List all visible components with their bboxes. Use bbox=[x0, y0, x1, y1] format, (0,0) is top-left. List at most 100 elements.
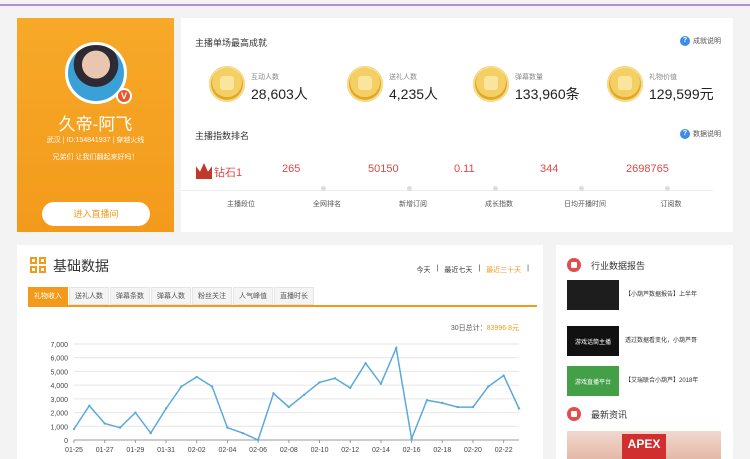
data-point bbox=[302, 393, 306, 396]
tab-peak-popularity[interactable]: 人气峰值 bbox=[233, 287, 273, 305]
x-tick-label: 01-31 bbox=[157, 447, 175, 454]
enter-live-room-button[interactable]: 进入直播间 bbox=[42, 202, 150, 226]
y-tick-label: 1,000 bbox=[50, 424, 68, 431]
y-tick-label: 2,000 bbox=[50, 411, 68, 418]
reports-header: 行业数据报告 bbox=[567, 258, 645, 272]
x-tick-label: 02-02 bbox=[188, 447, 206, 454]
stat-value: 4,235人 bbox=[389, 86, 439, 102]
x-tick-label: 02-06 bbox=[249, 447, 267, 454]
stat-label: 互动人数 bbox=[251, 74, 279, 81]
data-point bbox=[517, 407, 521, 410]
report-item[interactable]: 【小葫芦数据报告】上半年 bbox=[567, 280, 727, 310]
data-point bbox=[379, 382, 383, 385]
rankings-divider bbox=[181, 190, 713, 191]
stat-value: 133,960条 bbox=[515, 86, 580, 102]
data-point bbox=[72, 427, 76, 431]
y-tick-label: 5,000 bbox=[50, 369, 68, 376]
streamer-message: 兄弟们 让我们翻起来好吗！ bbox=[52, 154, 139, 161]
stat-label: 送礼人数 bbox=[389, 74, 417, 81]
report-title: 透过数据看变化，小葫芦哥 bbox=[625, 338, 698, 344]
data-point bbox=[318, 381, 321, 384]
x-tick-label: 02-20 bbox=[464, 447, 482, 454]
reports-title: 行业数据报告 bbox=[591, 260, 646, 271]
data-point bbox=[241, 431, 244, 435]
rank-dot bbox=[321, 186, 326, 191]
report-title: 【艾瑞联合小葫芦】2018年 bbox=[625, 378, 699, 384]
report-item[interactable]: 游戏话筒主播 透过数据看变化，小葫芦哥 bbox=[567, 326, 727, 356]
data-point bbox=[103, 422, 106, 425]
tab-gifters[interactable]: 送礼人数 bbox=[69, 287, 109, 305]
medal-icon bbox=[607, 66, 643, 102]
rankings-help-link[interactable]: ? 数据说明 bbox=[680, 129, 721, 139]
news-icon bbox=[567, 407, 581, 421]
stat-label: 弹幕数量 bbox=[515, 74, 543, 81]
range-today[interactable]: 今天 bbox=[417, 265, 431, 275]
tab-followers[interactable]: 粉丝关注 bbox=[192, 287, 232, 305]
rank-tier-value: 钻石1 bbox=[214, 167, 243, 179]
data-point bbox=[226, 426, 229, 429]
x-tick-label: 01-29 bbox=[126, 447, 144, 454]
streamer-id-line: 武汉 | ID:154841937 | 穿越火线 bbox=[46, 137, 145, 144]
data-point bbox=[502, 374, 505, 377]
data-point bbox=[487, 385, 490, 388]
rank-value: 265 bbox=[282, 163, 301, 175]
y-tick-label: 3,000 bbox=[50, 397, 68, 404]
news-title: 最新资讯 bbox=[591, 409, 628, 420]
top-divider bbox=[0, 4, 750, 6]
data-point bbox=[180, 385, 183, 388]
range-7-days[interactable]: 最近七天 bbox=[444, 265, 472, 275]
rankings-title: 主播指数排名 bbox=[195, 131, 250, 141]
x-tick-label: 02-12 bbox=[341, 447, 359, 454]
x-tick-label: 01-25 bbox=[65, 447, 83, 454]
gift-income-line-chart: 0 1,000 2,000 3,000 4,000 5,000 6,000 7,000 01-2… bbox=[50, 342, 521, 454]
achievements-help-link[interactable]: ? 成就说明 bbox=[680, 36, 721, 46]
range-separator: | bbox=[527, 265, 529, 272]
achievements-title: 主播单场最高成就 bbox=[195, 38, 268, 48]
data-point bbox=[210, 385, 214, 388]
tab-gift-income[interactable]: 礼物收入 bbox=[28, 287, 68, 305]
report-thumbnail: 游戏直播平台 bbox=[567, 366, 619, 396]
data-point bbox=[441, 401, 444, 405]
data-point bbox=[256, 438, 260, 442]
tab-danmaku-users[interactable]: 弹幕人数 bbox=[151, 287, 191, 305]
crown-icon bbox=[196, 163, 212, 179]
question-icon: ? bbox=[680, 129, 690, 139]
rankings-help-label: 数据说明 bbox=[693, 131, 721, 138]
medal-icon bbox=[473, 66, 509, 102]
rank-label: 成长指数 bbox=[485, 201, 513, 208]
apex-logo: APEX bbox=[622, 434, 666, 459]
data-point bbox=[88, 404, 91, 407]
stat-label: 礼物价值 bbox=[649, 74, 677, 81]
data-point bbox=[118, 426, 122, 429]
rank-label: 主播段位 bbox=[227, 201, 255, 208]
data-point bbox=[364, 362, 367, 365]
tab-stream-duration[interactable]: 直播时长 bbox=[274, 287, 314, 305]
data-point bbox=[272, 392, 275, 395]
medal-icon bbox=[209, 66, 245, 102]
question-icon: ? bbox=[680, 36, 690, 46]
x-tick-label: 02-08 bbox=[280, 447, 298, 454]
x-tick-label: 02-16 bbox=[403, 447, 421, 454]
rank-dot bbox=[579, 186, 584, 191]
rank-tier: 钻石1 bbox=[196, 163, 286, 180]
side-column: 行业数据报告 【小葫芦数据报告】上半年 游戏话筒主播 透过数据看变化，小葫芦哥 … bbox=[556, 245, 733, 459]
news-thumbnail[interactable]: APEX bbox=[567, 431, 721, 459]
rank-label: 日均开播时间 bbox=[564, 201, 606, 208]
data-point bbox=[149, 431, 152, 435]
rank-value: 344 bbox=[540, 163, 559, 175]
range-separator: | bbox=[478, 265, 481, 272]
rank-dot bbox=[493, 186, 498, 191]
tab-danmaku-count[interactable]: 弹幕条数 bbox=[110, 287, 150, 305]
medal-icon bbox=[347, 66, 383, 102]
range-30-days[interactable]: 最近三十天 bbox=[486, 265, 521, 275]
range-selector: 今天 | 最近七天 | 最近三十天 | bbox=[417, 265, 529, 275]
basic-data-panel: 基础数据 今天 | 最近七天 | 最近三十天 | 礼物收入 送礼人数 弹幕条数 … bbox=[17, 245, 543, 459]
data-point bbox=[471, 405, 475, 409]
data-point bbox=[333, 377, 337, 380]
report-item[interactable]: 游戏直播平台 【艾瑞联合小葫芦】2018年 bbox=[567, 366, 727, 396]
report-thumbnail: 游戏话筒主播 bbox=[567, 326, 619, 356]
rank-label: 订阅数 bbox=[660, 201, 682, 208]
y-tick-label: 6,000 bbox=[50, 356, 68, 363]
streamer-name: 久帝-阿飞 bbox=[58, 115, 133, 134]
data-point bbox=[195, 375, 198, 379]
